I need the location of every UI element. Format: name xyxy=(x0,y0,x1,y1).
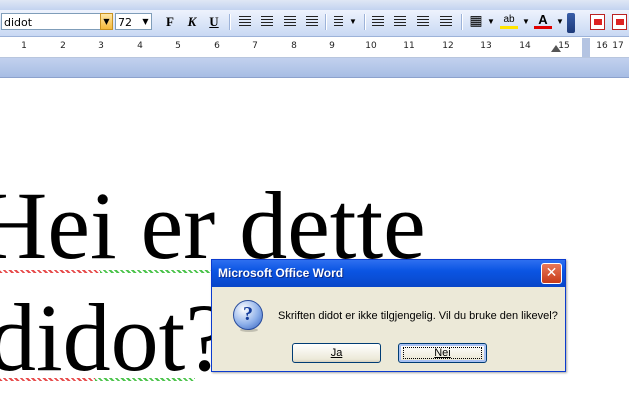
borders-dropdown-icon[interactable]: ▼ xyxy=(482,13,500,31)
grammar-underline xyxy=(95,378,195,381)
document-text-line[interactable]: didot? xyxy=(0,290,228,386)
line-spacing-icon[interactable] xyxy=(334,16,343,27)
ruler-number: 16 xyxy=(596,41,608,51)
dialog-title: Microsoft Office Word xyxy=(218,266,344,280)
ruler-margin-area xyxy=(582,38,590,57)
ruler-number: 4 xyxy=(137,41,143,51)
yes-button-label: Ja xyxy=(330,347,343,359)
dialog-titlebar[interactable]: Microsoft Office Word ✕ xyxy=(212,260,565,287)
ruler-number: 1 xyxy=(21,41,27,51)
toolbar-separator xyxy=(229,14,231,30)
line-spacing-dropdown-icon[interactable]: ▼ xyxy=(344,13,362,31)
numbered-list-icon[interactable] xyxy=(372,16,384,27)
underline-button[interactable]: U xyxy=(205,13,223,31)
ruler-number: 13 xyxy=(480,41,492,51)
font-name-dropdown-icon[interactable]: ▼ xyxy=(100,13,113,30)
ruler-number: 17 xyxy=(612,41,624,51)
ruler-number: 6 xyxy=(214,41,220,51)
align-center-icon[interactable] xyxy=(261,16,273,27)
bullet-list-icon[interactable] xyxy=(394,16,406,27)
increase-indent-icon[interactable] xyxy=(440,16,452,27)
top-toolbar-strip xyxy=(0,0,629,10)
right-indent-marker-icon[interactable] xyxy=(551,45,561,52)
ruler-number: 3 xyxy=(98,41,104,51)
ruler-number: 11 xyxy=(403,41,415,51)
highlight-dropdown-icon[interactable]: ▼ xyxy=(517,13,535,31)
toolbar-options-handle[interactable] xyxy=(567,13,575,33)
yes-button[interactable]: Ja xyxy=(292,343,381,363)
justify-icon[interactable] xyxy=(306,16,318,27)
spelling-underline xyxy=(0,270,100,273)
page-edge-band xyxy=(0,58,629,78)
ruler-number: 10 xyxy=(365,41,377,51)
bold-button[interactable]: F xyxy=(161,13,179,31)
highlight-button[interactable]: ab xyxy=(500,13,518,29)
toolbar-separator xyxy=(325,14,327,30)
spelling-underline xyxy=(0,378,95,381)
horizontal-ruler[interactable]: 1 2 3 4 5 6 7 8 9 10 11 12 13 14 15 16 1… xyxy=(0,37,629,58)
pdf-email-icon[interactable] xyxy=(612,14,627,30)
grammar-underline xyxy=(100,270,215,273)
question-icon: ? xyxy=(233,300,263,330)
no-button-label: Nei xyxy=(434,347,451,359)
align-left-icon[interactable] xyxy=(239,16,251,27)
ruler-number: 2 xyxy=(60,41,66,51)
font-warning-dialog: Microsoft Office Word ✕ ? Skriften didot… xyxy=(211,259,566,372)
dialog-message: Skriften didot er ikke tilgjengelig. Vil… xyxy=(278,310,558,322)
pdf-convert-icon[interactable] xyxy=(590,14,605,30)
ruler-number: 12 xyxy=(442,41,454,51)
font-size-dropdown-icon[interactable]: ▼ xyxy=(140,14,151,29)
ruler-number: 14 xyxy=(519,41,531,51)
close-icon: ✕ xyxy=(545,265,558,281)
toolbar-separator xyxy=(461,14,463,30)
italic-button[interactable]: K xyxy=(183,13,201,31)
ruler-number: 8 xyxy=(291,41,297,51)
ruler-number: 9 xyxy=(329,41,335,51)
decrease-indent-icon[interactable] xyxy=(417,16,429,27)
font-color-button[interactable]: A xyxy=(534,13,552,29)
no-button[interactable]: Nei xyxy=(398,343,487,363)
ruler-number: 5 xyxy=(175,41,181,51)
ruler-number: 7 xyxy=(252,41,258,51)
formatting-toolbar: didot ▼ 72 ▼ F K U ▼ ▦ ▼ ab ▼ A ▼ xyxy=(0,10,629,37)
toolbar-separator xyxy=(364,14,366,30)
align-right-icon[interactable] xyxy=(284,16,296,27)
close-button[interactable]: ✕ xyxy=(541,263,562,284)
font-name-box[interactable]: didot xyxy=(1,13,103,30)
